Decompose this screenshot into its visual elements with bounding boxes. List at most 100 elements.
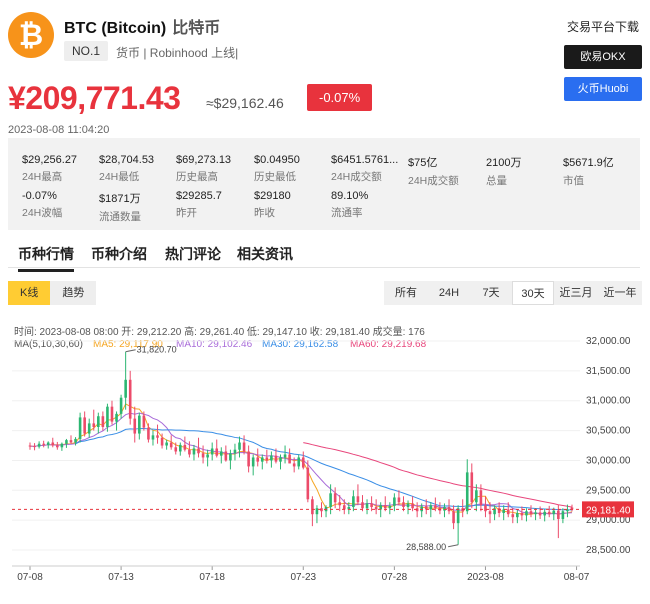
okx-download-button[interactable]: 欧易OKX bbox=[564, 45, 642, 69]
candle-body bbox=[188, 449, 191, 455]
candle-body bbox=[251, 457, 255, 467]
candle-body bbox=[538, 512, 542, 516]
candle-body bbox=[160, 437, 164, 446]
candle-body bbox=[406, 503, 410, 508]
candle-body bbox=[283, 454, 287, 458]
last-price-label: 29,181.40 bbox=[586, 505, 631, 516]
trend-button[interactable]: 趋势 bbox=[50, 281, 97, 305]
period-1y[interactable]: 近一年 bbox=[598, 281, 642, 305]
price-chart[interactable]: 时间: 2023-08-08 08:00 开: 29,212.20 高: 29,… bbox=[8, 318, 640, 600]
candle-body bbox=[429, 505, 433, 510]
period-all[interactable]: 所有 bbox=[384, 281, 428, 305]
candle-body bbox=[42, 443, 45, 445]
candle-body bbox=[219, 451, 223, 456]
candle-body bbox=[147, 427, 150, 440]
candle-body bbox=[215, 448, 219, 456]
candle-body bbox=[183, 444, 187, 450]
x-tick-label: 07-18 bbox=[199, 572, 225, 583]
candle-body bbox=[552, 510, 556, 515]
ma60-line bbox=[303, 442, 573, 508]
coin-title: BTC (Bitcoin) 比特币 bbox=[64, 14, 220, 38]
x-tick-label: 07-28 bbox=[382, 572, 408, 583]
candle-body bbox=[402, 502, 405, 508]
candle-body bbox=[315, 508, 319, 515]
candle-body bbox=[206, 454, 209, 458]
candle-body bbox=[365, 503, 369, 509]
stat-yesterday-open: $29285.7 昨开 bbox=[176, 190, 222, 219]
content-tabs: 币种行情 币种介绍 热门评论 相关资讯 bbox=[8, 238, 640, 272]
price-usd: ≈$29,162.46 bbox=[206, 95, 284, 111]
low-marker-line bbox=[448, 544, 459, 548]
candle-body bbox=[342, 505, 346, 510]
high-marker-line bbox=[125, 349, 136, 353]
stat-circulating: $1871万 流通数量 bbox=[99, 193, 141, 223]
x-tick-label: 2023-08 bbox=[467, 572, 504, 583]
tab-comments[interactable]: 热门评论 bbox=[165, 244, 221, 264]
coin-name-cn: 比特币 bbox=[172, 20, 221, 37]
huobi-download-button[interactable]: 火币Huobi bbox=[564, 77, 642, 101]
candle-body bbox=[561, 511, 565, 519]
candle-body bbox=[447, 507, 451, 512]
candle-body bbox=[356, 496, 360, 503]
candle-body bbox=[233, 449, 237, 454]
candle-body bbox=[333, 493, 337, 503]
candlestick-svg: 32,000.00 31,500.00 31,000.00 30,500.00 30,0… bbox=[12, 336, 634, 583]
candle-body bbox=[479, 490, 483, 506]
candle-body bbox=[475, 490, 478, 503]
candle-body bbox=[292, 463, 296, 467]
coin-tags: 货币 | Robinhood 上线| bbox=[116, 46, 239, 60]
x-tick-label: 07-23 bbox=[290, 572, 316, 583]
candle-body bbox=[83, 417, 86, 434]
candle-body bbox=[456, 508, 460, 524]
candle-body bbox=[169, 442, 173, 448]
tab-market[interactable]: 币种行情 bbox=[18, 244, 74, 272]
candle-body bbox=[92, 423, 96, 427]
y-tick-label: 31,500.00 bbox=[586, 366, 631, 377]
stat-24h-range: -0.07% 24H波幅 bbox=[22, 190, 63, 219]
period-30d[interactable]: 30天 bbox=[512, 281, 554, 305]
period-7d[interactable]: 7天 bbox=[470, 281, 512, 305]
candle-body bbox=[306, 467, 310, 500]
candle-body bbox=[388, 505, 392, 509]
candle-body bbox=[51, 442, 55, 446]
candle-body bbox=[511, 514, 515, 518]
low-marker-label: 28,588.00 bbox=[406, 542, 446, 552]
candle-body bbox=[516, 513, 519, 518]
candle-body bbox=[33, 446, 36, 448]
period-3m[interactable]: 近三月 bbox=[554, 281, 598, 305]
stat-ath: $69,273.13 历史最高 bbox=[176, 154, 232, 183]
candle-body bbox=[119, 397, 123, 414]
tab-intro[interactable]: 币种介绍 bbox=[91, 244, 147, 264]
stat-total-supply: 2100万 总量 bbox=[486, 157, 522, 187]
stat-24h-turnover: $75亿 24H成交额 bbox=[408, 157, 459, 187]
candle-body bbox=[361, 502, 364, 509]
candle-body bbox=[420, 506, 423, 512]
candle-body bbox=[352, 496, 355, 508]
y-tick-label: 31,000.00 bbox=[586, 396, 631, 407]
y-tick-label: 30,500.00 bbox=[586, 426, 631, 437]
candle-body bbox=[260, 457, 264, 462]
period-24h[interactable]: 24H bbox=[428, 281, 470, 305]
price-change-badge: -0.07% bbox=[307, 84, 373, 111]
candle-body bbox=[124, 379, 127, 398]
candle-body bbox=[488, 511, 492, 515]
candle-body bbox=[270, 455, 273, 461]
candle-body bbox=[138, 415, 141, 434]
ma10-line bbox=[29, 412, 573, 515]
x-tick-label: 08-07 bbox=[564, 572, 590, 583]
exchange-panel: 交易平台下载 欧易OKX 火币Huobi bbox=[564, 18, 642, 109]
candle-body bbox=[69, 440, 73, 443]
kline-button[interactable]: K线 bbox=[8, 281, 51, 305]
candle-body bbox=[197, 448, 200, 454]
candle-body bbox=[397, 497, 401, 503]
candle-body bbox=[133, 418, 137, 434]
candle-body bbox=[242, 442, 246, 452]
tab-news[interactable]: 相关资讯 bbox=[237, 244, 293, 264]
candle-body bbox=[174, 447, 178, 452]
ma30-line bbox=[75, 428, 573, 511]
y-tick-label: 29,500.00 bbox=[586, 485, 631, 496]
candle-body bbox=[383, 505, 387, 509]
candle-body bbox=[297, 457, 301, 467]
candle-body bbox=[547, 511, 551, 515]
candle-body bbox=[229, 453, 232, 461]
